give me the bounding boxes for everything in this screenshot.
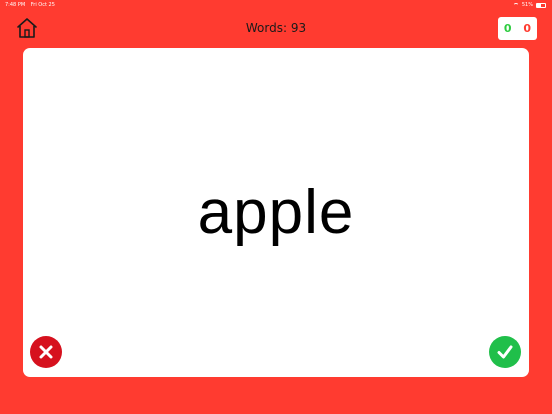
status-date: Fri Oct 25	[30, 2, 55, 8]
words-count-title: Words: 93	[245, 21, 307, 35]
wrong-score: 0	[523, 22, 532, 35]
flashcard-word: apple	[197, 178, 355, 247]
battery-fill	[537, 3, 542, 7]
wrong-button[interactable]	[30, 336, 62, 368]
status-left: 7:48 PM Fri Oct 25	[5, 2, 59, 8]
status-right: 51%	[512, 2, 546, 8]
correct-button[interactable]	[489, 336, 521, 368]
flashcard[interactable]: apple	[23, 48, 529, 377]
correct-score: 0	[503, 22, 512, 35]
battery-percent: 51%	[521, 2, 533, 8]
score-box: 0 0	[498, 17, 537, 40]
app-screen: 7:48 PM Fri Oct 25 51% Words: 93 0 0 app…	[0, 0, 552, 414]
status-time: 7:48 PM	[5, 2, 26, 8]
status-bar: 7:48 PM Fri Oct 25 51%	[0, 0, 552, 10]
wifi-icon	[512, 2, 519, 8]
home-icon	[17, 18, 37, 38]
home-button[interactable]	[15, 16, 39, 40]
battery-icon	[536, 2, 546, 8]
close-icon	[39, 345, 53, 359]
checkmark-icon	[497, 345, 513, 359]
